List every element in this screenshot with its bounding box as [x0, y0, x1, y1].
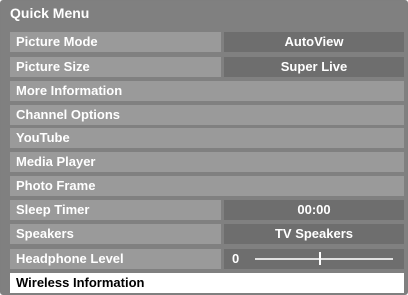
- speakers-value: TV Speakers: [224, 224, 404, 244]
- menu-item-headphone-level[interactable]: Headphone Level 0: [10, 249, 404, 269]
- menu-item-media-player[interactable]: Media Player: [10, 152, 404, 172]
- menu-item-picture-size[interactable]: Picture Size Super Live: [10, 57, 404, 77]
- menu-item-label: Sleep Timer: [10, 200, 221, 220]
- menu-item-label: Channel Options: [10, 105, 404, 125]
- headphone-level-value: 0: [232, 251, 240, 266]
- quick-menu-panel: Quick Menu Picture Mode AutoView Picture…: [0, 0, 408, 295]
- menu-item-youtube[interactable]: YouTube: [10, 128, 404, 148]
- menu-item-wireless-information[interactable]: Wireless Information: [10, 273, 404, 293]
- menu-item-sleep-timer[interactable]: Sleep Timer 00:00: [10, 200, 404, 220]
- menu-item-label: YouTube: [10, 128, 404, 148]
- picture-size-value: Super Live: [224, 57, 404, 77]
- menu-item-label: Photo Frame: [10, 176, 404, 196]
- menu-item-channel-options[interactable]: Channel Options: [10, 105, 404, 125]
- menu-item-label: Media Player: [10, 152, 404, 172]
- slider-knob[interactable]: [318, 252, 321, 265]
- menu-item-speakers[interactable]: Speakers TV Speakers: [10, 224, 404, 244]
- menu-item-photo-frame[interactable]: Photo Frame: [10, 176, 404, 196]
- menu-item-label: More Information: [10, 81, 404, 101]
- menu-title: Quick Menu: [10, 5, 90, 21]
- menu-item-picture-mode[interactable]: Picture Mode AutoView: [10, 32, 404, 52]
- menu-item-label: Speakers: [10, 224, 221, 244]
- headphone-level-slider[interactable]: 0: [224, 249, 404, 269]
- menu-item-more-information[interactable]: More Information: [10, 81, 404, 101]
- sleep-timer-value: 00:00: [224, 200, 404, 220]
- slider-track: [255, 252, 393, 265]
- picture-mode-value: AutoView: [224, 32, 404, 52]
- menu-item-label: Picture Mode: [10, 32, 221, 52]
- menu-item-label: Picture Size: [10, 57, 221, 77]
- menu-item-label: Headphone Level: [10, 249, 221, 269]
- menu-item-label: Wireless Information: [10, 273, 404, 293]
